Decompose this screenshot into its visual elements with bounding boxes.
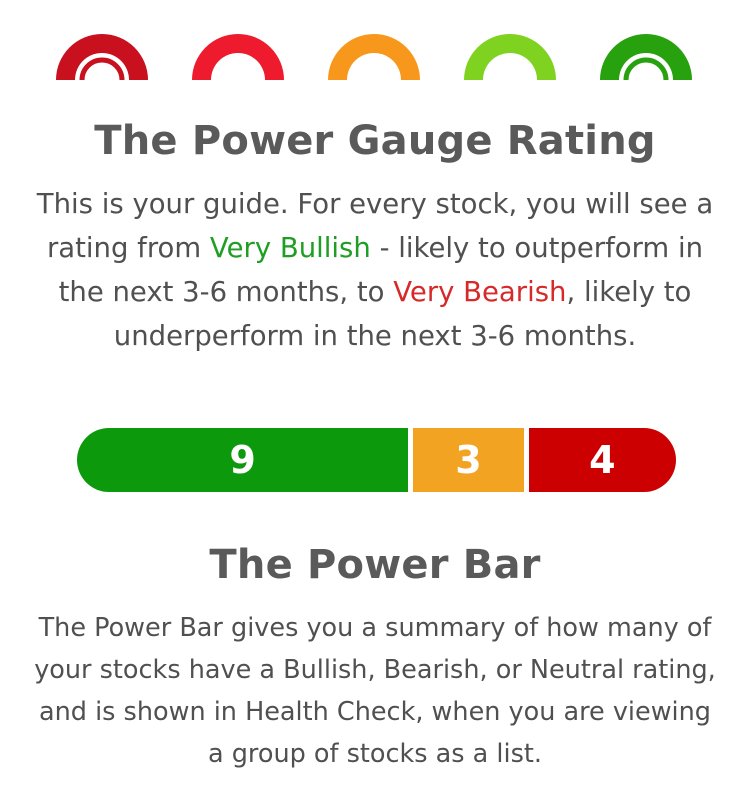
very-bearish-label: Very Bearish (393, 276, 567, 308)
neutral-gauge-icon (328, 32, 420, 80)
very-bullish-gauge-icon (600, 32, 692, 80)
power-gauge-title: The Power Gauge Rating (94, 118, 656, 164)
bullish-gauge-icon (464, 32, 556, 80)
very-bearish-gauge-icon (56, 32, 148, 80)
very-bullish-label: Very Bullish (209, 232, 371, 264)
power-bar-title: The Power Bar (209, 542, 541, 588)
power-bar: 9 3 4 (77, 428, 676, 492)
bullish-count-segment: 9 (77, 428, 409, 492)
bearish-gauge-icon (192, 32, 284, 80)
neutral-count-segment: 3 (413, 428, 524, 492)
power-gauge-description: This is your guide. For every stock, you… (30, 182, 720, 358)
gauge-icons-row (0, 0, 750, 80)
bearish-count-segment: 4 (528, 428, 676, 492)
power-bar-description: The Power Bar gives you a summary of how… (34, 613, 716, 769)
